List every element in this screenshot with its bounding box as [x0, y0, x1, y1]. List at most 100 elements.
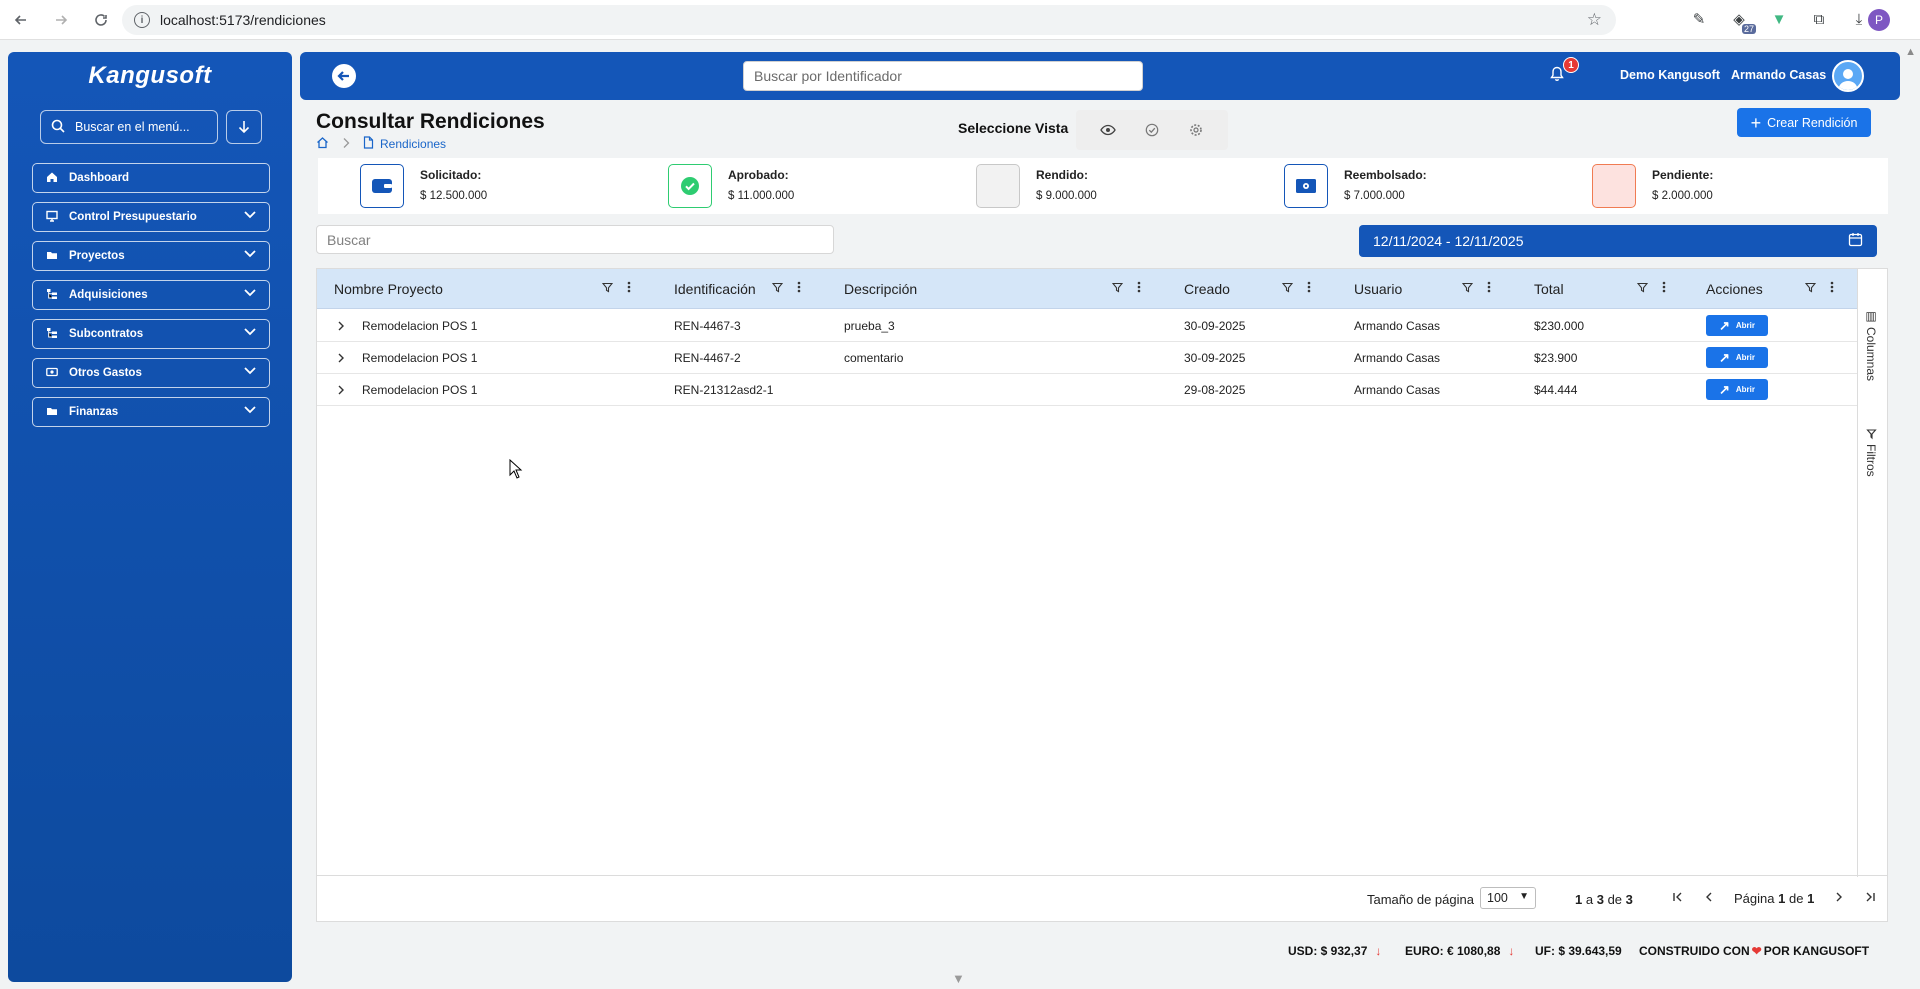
create-rendicion-label: Crear Rendición	[1767, 115, 1858, 130]
page-size-select[interactable]: 100 ▼	[1480, 887, 1536, 909]
menu-search-input[interactable]: Buscar en el menú...	[40, 110, 218, 144]
open-button[interactable]: ↗ Abrir	[1706, 347, 1768, 368]
filter-icon[interactable]	[1804, 281, 1817, 296]
site-info-icon[interactable]: i	[134, 12, 150, 28]
profile-avatar[interactable]: P	[1868, 9, 1890, 31]
expand-row-icon[interactable]	[337, 310, 345, 342]
table-row[interactable]: Remodelacion POS 1 REN-4467-3 prueba_3 3…	[317, 310, 1858, 342]
chevron-down-icon	[243, 207, 257, 221]
sidebar-item-control-presupuestario[interactable]: Control Presupuestario	[32, 202, 270, 232]
cell-descripcion: prueba_3	[844, 319, 895, 333]
gear-icon[interactable]	[1186, 120, 1206, 140]
range-a: a	[1585, 892, 1594, 907]
download-icon[interactable]: ⤓	[1848, 8, 1870, 30]
column-header-creado[interactable]: Creado	[1184, 269, 1230, 309]
sidebar-item-label: Otros Gastos	[69, 367, 142, 379]
arrow-up-right-icon: ↗	[1718, 349, 1730, 365]
filter-icon[interactable]	[1281, 281, 1294, 296]
sidebar-item-subcontratos[interactable]: Subcontratos	[32, 319, 270, 349]
address-bar[interactable]: i localhost:5173/rendiciones ☆	[122, 5, 1616, 35]
stat-label: Reembolsado:	[1344, 168, 1427, 182]
cell-total: $230.000	[1534, 319, 1585, 333]
uf-rate: UF: $ 39.643,59	[1535, 944, 1622, 958]
vue-devtools-icon[interactable]: ▼	[1768, 8, 1790, 30]
company-name[interactable]: Demo Kangusoft	[1620, 68, 1720, 82]
stat-reembolsado: Reembolsado: $ 7.000.000	[1242, 158, 1550, 214]
filters-tab[interactable]: Filtros	[1864, 429, 1878, 477]
column-header-descripcion[interactable]: Descripción	[844, 269, 917, 309]
filter-icon[interactable]	[771, 281, 784, 296]
last-page-icon[interactable]	[1864, 890, 1876, 906]
create-rendicion-button[interactable]: + Crear Rendición	[1737, 108, 1871, 137]
stat-value: $ 7.000.000	[1344, 190, 1405, 202]
column-header-usuario[interactable]: Usuario	[1354, 269, 1402, 309]
filter-icon[interactable]	[1111, 281, 1124, 296]
column-header-identificacion[interactable]: Identificación	[674, 269, 756, 309]
columns-tab[interactable]: ▥ Columnas	[1864, 309, 1878, 381]
reload-icon[interactable]	[90, 9, 112, 31]
range-from: 1	[1575, 892, 1583, 907]
puzzle-icon[interactable]: ⧉	[1808, 8, 1830, 30]
filter-icon[interactable]	[1636, 281, 1649, 296]
next-page-icon[interactable]	[1834, 890, 1844, 906]
chevron-down-icon	[243, 363, 257, 377]
collapse-menu-button[interactable]	[226, 110, 262, 144]
column-header-total[interactable]: Total	[1534, 269, 1564, 309]
kebab-menu-icon[interactable]	[1137, 281, 1141, 296]
table-search-input[interactable]: Buscar	[316, 225, 834, 254]
expand-row-icon[interactable]	[337, 374, 345, 406]
page-total: 1	[1807, 890, 1815, 906]
kebab-menu-icon[interactable]	[797, 281, 801, 296]
sidebar-item-label: Control Presupuestario	[69, 211, 197, 223]
cell-usuario: Armando Casas	[1354, 351, 1441, 365]
filter-icon[interactable]	[1461, 281, 1474, 296]
arrow-left-icon	[337, 71, 349, 81]
cell-usuario: Armando Casas	[1354, 319, 1441, 333]
open-button[interactable]: ↗ Abrir	[1706, 315, 1768, 336]
user-avatar[interactable]	[1832, 60, 1864, 92]
bell-icon[interactable]	[1550, 66, 1564, 86]
breadcrumb: Rendiciones	[316, 136, 446, 152]
page-indicator: Página 1 de 1	[1734, 891, 1814, 906]
sidebar-item-otros-gastos[interactable]: Otros Gastos	[32, 358, 270, 388]
kebab-menu-icon[interactable]	[1830, 281, 1834, 296]
browser-toolbar: i localhost:5173/rendiciones ☆ ✎ ◈ 27 ▼ ⧉…	[0, 0, 1920, 40]
column-controls	[601, 281, 631, 296]
kebab-menu-icon[interactable]	[1662, 281, 1666, 296]
open-button[interactable]: ↗ Abrir	[1706, 379, 1768, 400]
column-header-acciones[interactable]: Acciones	[1706, 269, 1763, 309]
breadcrumb-current[interactable]: Rendiciones	[380, 137, 446, 151]
range-de: de	[1607, 892, 1623, 907]
forward-arrow-icon[interactable]	[50, 9, 72, 31]
sidebar-item-finanzas[interactable]: Finanzas	[32, 397, 270, 427]
expand-row-icon[interactable]	[337, 342, 345, 374]
previous-page-icon[interactable]	[1704, 890, 1714, 906]
first-page-icon[interactable]	[1672, 890, 1684, 906]
eye-icon[interactable]	[1098, 120, 1118, 140]
back-arrow-icon[interactable]	[10, 9, 32, 31]
filter-icon[interactable]	[601, 281, 614, 296]
home-icon[interactable]	[316, 136, 329, 152]
sidebar-item-dashboard[interactable]: Dashboard	[32, 163, 270, 193]
sidebar-item-proyectos[interactable]: Proyectos	[32, 241, 270, 271]
date-range-picker[interactable]: 12/11/2024 - 12/11/2025	[1359, 225, 1877, 257]
extension-badge-icon[interactable]: ◈ 27	[1728, 8, 1756, 34]
identifier-search-input[interactable]: Buscar por Identificador	[743, 61, 1143, 91]
brand-logo[interactable]: Kangusoft	[8, 62, 292, 90]
table-row[interactable]: Remodelacion POS 1 REN-4467-2 comentario…	[317, 342, 1858, 374]
bookmark-star-icon[interactable]: ☆	[1587, 10, 1602, 30]
kebab-menu-icon[interactable]	[627, 281, 631, 296]
scroll-up-icon[interactable]: ▲	[1905, 46, 1916, 58]
table-row[interactable]: Remodelacion POS 1 REN-21312asd2-1 29-08…	[317, 374, 1858, 406]
check-circle-icon[interactable]	[1142, 120, 1162, 140]
column-header-proyecto[interactable]: Nombre Proyecto	[334, 269, 443, 309]
stat-solicitado: Solicitado: $ 12.500.000	[318, 158, 626, 214]
kebab-menu-icon[interactable]	[1307, 281, 1311, 296]
kebab-menu-icon[interactable]	[1487, 281, 1491, 296]
user-name[interactable]: Armando Casas	[1731, 68, 1826, 82]
stat-label: Rendido:	[1036, 168, 1088, 182]
sidebar-item-adquisiciones[interactable]: Adquisiciones	[32, 280, 270, 310]
scroll-down-icon[interactable]: ▼	[952, 971, 965, 986]
eyedropper-icon[interactable]: ✎	[1688, 8, 1710, 30]
back-button[interactable]	[332, 64, 356, 88]
